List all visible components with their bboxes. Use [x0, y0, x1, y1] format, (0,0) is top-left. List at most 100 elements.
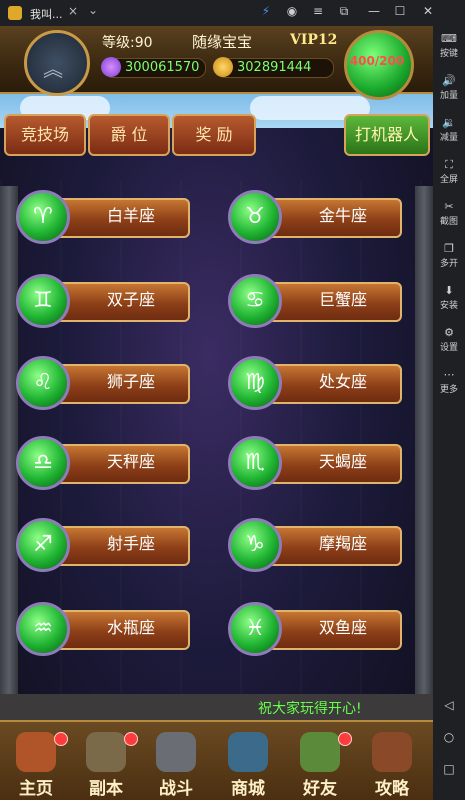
zodiac-button-cancer[interactable]: ♋ 巨蟹座 — [228, 274, 402, 328]
notification-badge — [124, 732, 138, 746]
player-header: ︽ 等级:90 随缘宝宝 VIP12 300061570 302891444 4… — [0, 26, 433, 100]
shop-icon — [228, 732, 268, 772]
maximize-icon[interactable]: ☐ — [392, 4, 408, 18]
zodiac-label: 天秤座 — [106, 452, 155, 471]
capricorn-icon: ♑ — [245, 532, 265, 557]
tab-reward[interactable]: 奖 励 — [172, 114, 256, 156]
minimize-icon[interactable]: — — [366, 4, 382, 18]
gem-value: 300061570 — [125, 60, 200, 75]
zodiac-button-virgo[interactable]: ♍ 处女座 — [228, 356, 402, 410]
sidebar-item-label: 减量 — [439, 133, 458, 143]
gemini-icon: ♊ — [33, 288, 53, 313]
zodiac-button-aries[interactable]: ♈ 白羊座 — [16, 190, 190, 244]
tab-dropdown-icon[interactable]: ⌄ — [88, 3, 98, 17]
libra-icon: ♎ — [33, 450, 53, 475]
sidebar-item-more[interactable]: ⋯ 更多 — [433, 368, 465, 396]
volume-up-icon: 🔊 — [442, 74, 456, 87]
zodiac-label: 金牛座 — [318, 206, 367, 225]
tab-title[interactable]: 我叫... — [30, 6, 63, 22]
back-icon[interactable]: ◁ — [433, 698, 465, 712]
vip-badge[interactable]: VIP12 — [290, 32, 337, 48]
sidebar-item-label: 多开 — [439, 259, 458, 269]
fullscreen-icon: ⛶ — [445, 158, 453, 171]
sidebar-item-label: 设置 — [439, 343, 458, 353]
sidebar-item-install[interactable]: ⬇ 安装 — [433, 284, 465, 312]
tab-rank[interactable]: 爵 位 — [88, 114, 170, 156]
sidebar-item-keys[interactable]: ⌨ 按键 — [433, 32, 465, 60]
zodiac-button-sagittarius[interactable]: ♐ 射手座 — [16, 518, 190, 572]
sidebar-item-volume-up[interactable]: 🔊 加量 — [433, 74, 465, 102]
zodiac-button-taurus[interactable]: ♉ 金牛座 — [228, 190, 402, 244]
sidebar-item-label: 按键 — [439, 49, 458, 59]
nav-battle[interactable]: 战斗 — [146, 730, 206, 799]
zodiac-label: 处女座 — [318, 372, 367, 391]
nav-label: 攻略 — [375, 779, 409, 799]
recent-apps-icon[interactable]: □ — [433, 762, 465, 776]
close-icon[interactable]: ✕ — [420, 4, 436, 18]
window-titlebar: 我叫... × ⌄ ⚡ ◉ ≡ ⧉ — ☐ ✕ — [0, 0, 465, 26]
sidebar-item-screenshot[interactable]: ✂ 截图 — [433, 200, 465, 228]
fight-bot-button[interactable]: 打机器人 — [344, 114, 430, 156]
zodiac-label: 双子座 — [106, 290, 155, 309]
zodiac-button-capricorn[interactable]: ♑ 摩羯座 — [228, 518, 402, 572]
nav-label: 副本 — [89, 779, 123, 799]
player-level: 等级:90 — [102, 35, 153, 51]
nav-home[interactable]: 主页 — [6, 730, 68, 799]
zodiac-button-libra[interactable]: ♎ 天秤座 — [16, 436, 190, 490]
menu-icon[interactable]: ≡ — [310, 4, 326, 18]
gem-counter[interactable]: 300061570 — [101, 57, 206, 78]
sidebar-item-label: 安装 — [439, 301, 458, 311]
dungeon-icon — [86, 732, 126, 772]
nav-guide[interactable]: 攻略 — [362, 730, 422, 799]
account-icon[interactable]: ◉ — [284, 4, 300, 18]
message-bar — [0, 694, 433, 720]
notification-badge — [338, 732, 352, 746]
sidebar-item-multi-instance[interactable]: ❐ 多开 — [433, 242, 465, 270]
zodiac-button-gemini[interactable]: ♊ 双子座 — [16, 274, 190, 328]
footer-message: 祝大家玩得开心! — [258, 701, 362, 717]
sidebar-item-fullscreen[interactable]: ⛶ 全屏 — [433, 158, 465, 186]
sidebar-item-label: 加量 — [439, 91, 458, 101]
nav-friends[interactable]: 好友 — [290, 730, 352, 799]
scorpio-icon: ♏ — [245, 450, 265, 475]
tab-close-icon[interactable]: × — [68, 4, 78, 18]
tab-arena[interactable]: 竞技场 — [4, 114, 86, 156]
battle-icon — [156, 732, 196, 772]
stone-pillar — [415, 186, 433, 706]
nav-dungeon[interactable]: 副本 — [76, 730, 138, 799]
zodiac-button-scorpio[interactable]: ♏ 天蝎座 — [228, 436, 402, 490]
volume-down-icon: 🔉 — [442, 116, 456, 129]
nav-label: 主页 — [19, 779, 53, 799]
coin-icon — [213, 57, 233, 77]
zodiac-button-aquarius[interactable]: ♒ 水瓶座 — [16, 602, 190, 656]
sagittarius-icon: ♐ — [33, 532, 53, 557]
nav-shop[interactable]: 商城 — [218, 730, 278, 799]
rank-chevron-icon: ︽ — [43, 57, 63, 81]
friends-icon — [300, 732, 340, 772]
zodiac-button-pisces[interactable]: ♓ 双鱼座 — [228, 602, 402, 656]
zodiac-label: 水瓶座 — [106, 618, 155, 637]
app-badge-icon[interactable]: ⚡ — [258, 4, 274, 18]
sidebar-item-settings[interactable]: ⚙ 设置 — [433, 326, 465, 354]
home-circle-icon[interactable]: ○ — [433, 730, 465, 744]
sidebar-item-volume-down[interactable]: 🔉 减量 — [433, 116, 465, 144]
player-name: 随缘宝宝 — [192, 33, 253, 51]
nav-label: 商城 — [231, 779, 265, 799]
gem-icon — [101, 57, 121, 77]
keyboard-icon: ⌨ — [441, 32, 457, 45]
guide-icon — [372, 732, 412, 772]
multi-window-icon: ❐ — [444, 242, 454, 255]
home-icon — [16, 732, 56, 772]
taurus-icon: ♉ — [245, 204, 265, 229]
virgo-icon: ♍ — [245, 370, 265, 395]
coin-counter[interactable]: 302891444 — [213, 57, 334, 78]
sidebar-item-label: 更多 — [439, 385, 458, 395]
nav-label: 战斗 — [159, 779, 193, 799]
popout-icon[interactable]: ⧉ — [336, 4, 352, 19]
zodiac-label: 双鱼座 — [318, 618, 367, 637]
scissors-icon: ✂ — [444, 200, 454, 213]
rank-emblem[interactable]: ︽ — [24, 30, 90, 96]
aquarius-icon: ♒ — [33, 616, 53, 641]
more-icon: ⋯ — [443, 368, 455, 381]
zodiac-button-leo[interactable]: ♌ 狮子座 — [16, 356, 190, 410]
